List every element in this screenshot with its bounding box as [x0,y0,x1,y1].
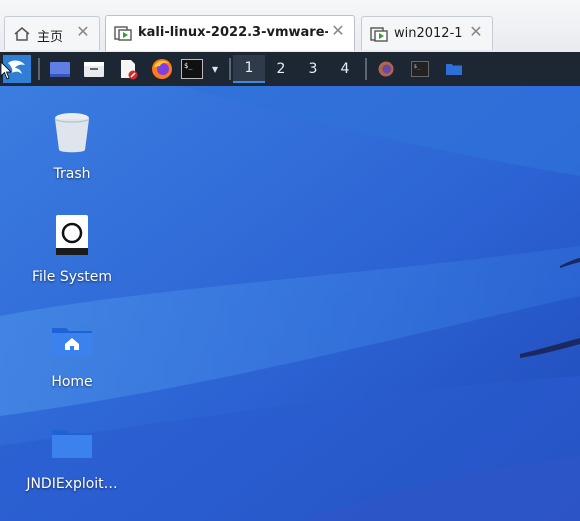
folder-icon [84,62,104,77]
top-panel: $_ ▾ 1 2 3 4 $_ [0,52,580,86]
icon-label: Home [51,374,93,390]
text-editor-launcher[interactable] [114,55,142,83]
svg-text:$_: $_ [184,62,193,70]
tab-label: win2012-1 [394,26,463,41]
close-icon[interactable]: ✕ [74,23,92,41]
vm-icon [370,27,388,42]
panel-separator [229,58,231,80]
show-desktop-button[interactable] [46,55,74,83]
icon-label: File System [31,269,113,285]
icon-label: Trash [53,166,91,182]
tab-win2012[interactable]: win2012-1 ✕ [361,16,493,50]
mouse-cursor-icon [1,62,11,80]
folder-icon [446,64,462,75]
desktop[interactable]: Trash File System Home JNDIExploit… [0,86,580,521]
firefox-icon [152,59,172,79]
taskbar-terminal[interactable]: $_ [408,55,432,83]
desktop-icon-file-system[interactable]: File System [22,213,122,285]
workspace-2[interactable]: 2 [265,55,297,83]
close-icon[interactable]: ✕ [329,22,347,40]
home-icon [14,27,30,41]
terminal-icon: $_ [411,61,429,77]
file-manager-launcher[interactable] [80,55,108,83]
tab-home[interactable]: 主页 ✕ [4,16,100,50]
workspace-4[interactable]: 4 [329,55,361,83]
desktop-icon [50,62,70,77]
firefox-icon [378,61,394,77]
folder-icon [52,430,92,458]
svg-text:$_: $_ [414,64,421,70]
panel-separator [38,58,40,80]
close-icon[interactable]: ✕ [467,23,485,41]
text-editor-icon [121,60,138,80]
workspace-3[interactable]: 3 [297,55,329,83]
desktop-icon-jndiexploit[interactable]: JNDIExploit… [22,420,122,492]
tab-kali-vm[interactable]: kali-linux-2022.3-vmware-a... ✕ [105,15,355,51]
firefox-launcher[interactable] [148,55,176,83]
terminal-launcher[interactable]: $_ [180,55,204,83]
vm-tab-strip: 主页 ✕ kali-linux-2022.3-vmware-a... ✕ win… [0,0,580,53]
terminal-icon: $_ [181,59,203,79]
trash-icon [54,113,90,153]
taskbar-file-manager[interactable] [442,55,466,83]
home-folder-icon [52,328,92,356]
panel-separator [365,58,367,80]
desktop-icon-home[interactable]: Home [22,318,122,390]
chevron-down-icon[interactable]: ▾ [206,55,224,83]
vm-icon [114,26,132,41]
icon-label: JNDIExploit… [26,476,118,492]
drive-icon [56,215,88,255]
tab-label: kali-linux-2022.3-vmware-a... [138,25,328,40]
tab-label: 主页 [37,30,64,45]
workspace-1[interactable]: 1 [233,55,265,83]
taskbar-firefox[interactable] [374,55,398,83]
desktop-icon-trash[interactable]: Trash [22,110,122,182]
